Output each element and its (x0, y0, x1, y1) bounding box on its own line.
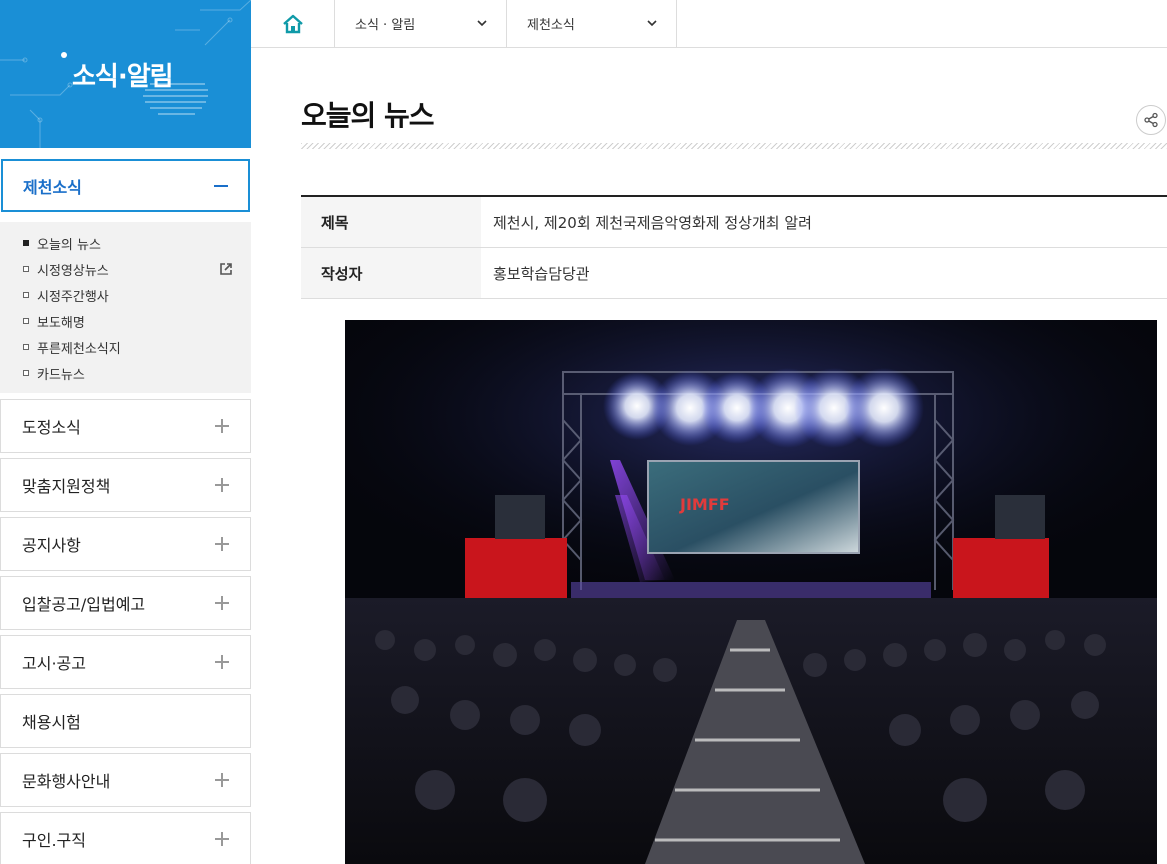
breadcrumb-level1-label: 소식 · 알림 (355, 18, 416, 33)
sidebar-item-label: 구인.구직 (22, 831, 86, 850)
sub-item-card-news[interactable]: 카드뉴스 (0, 360, 251, 386)
title-divider (301, 143, 1167, 149)
sub-item-label: 카드뉴스 (37, 367, 85, 383)
table-row: 제목 제천시, 제20회 제천국제음악영화제 정상개최 알려 (301, 197, 1167, 248)
sub-item-label: 시정영상뉴스 (37, 263, 109, 279)
square-bullet-icon (23, 266, 29, 272)
sidebar-item-bids[interactable]: 입찰공고/입법예고 (0, 576, 251, 630)
sidebar-item-jobs[interactable]: 구인.구직 (0, 812, 251, 864)
square-bullet-icon (23, 344, 29, 350)
sub-item-today-news[interactable]: 오늘의 뉴스 (0, 230, 251, 256)
share-button[interactable] (1136, 105, 1166, 135)
sidebar-item-label: 고시·공고 (22, 654, 86, 673)
sidebar-banner: 소식·알림 (0, 0, 251, 148)
chevron-down-icon (477, 20, 487, 27)
expand-plus-icon[interactable] (215, 773, 229, 787)
sub-item-label: 푸른제천소식지 (37, 341, 121, 357)
article-author: 홍보학습담당관 (493, 264, 590, 283)
sidebar-banner-title: 소식·알림 (72, 62, 174, 92)
home-button[interactable] (251, 0, 335, 47)
banner-dot-icon (61, 52, 67, 58)
square-bullet-icon (23, 292, 29, 298)
expand-plus-icon[interactable] (215, 537, 229, 551)
expand-plus-icon[interactable] (215, 655, 229, 669)
sidebar-section-jecheon-news[interactable]: 제천소식 (1, 159, 250, 212)
title-header: 제목 (301, 197, 481, 247)
table-row: 작성자 홍보학습담당관 (301, 248, 1167, 299)
chevron-down-icon (647, 20, 657, 27)
concert-photo-image: JIMFF (345, 320, 1157, 864)
breadcrumb-level2-label: 제천소식 (527, 18, 575, 33)
square-bullet-icon (23, 240, 29, 246)
sidebar-item-culture-events[interactable]: 문화행사안내 (0, 753, 251, 807)
article-title: 제천시, 제20회 제천국제음악영화제 정상개최 알려 (493, 213, 812, 232)
breadcrumb-level2-dropdown[interactable]: 제천소식 (507, 0, 677, 47)
screen-logo-text: JIMFF (679, 495, 730, 514)
sidebar-item-label: 도정소식 (22, 418, 81, 437)
sidebar-item-province-news[interactable]: 도정소식 (0, 399, 251, 453)
square-bullet-icon (23, 370, 29, 376)
sidebar-section-label: 제천소식 (23, 177, 82, 197)
sidebar-menu: 도정소식 맞춤지원정책 공지사항 입찰공고/입법예고 고시·공고 채용시험 문화… (0, 399, 251, 864)
expand-plus-icon[interactable] (215, 832, 229, 846)
sidebar: 소식·알림 제천소식 오늘의 뉴스 시정영상뉴스 시정주간행사 보도해명 푸른제… (0, 0, 251, 864)
collapse-minus-icon[interactable] (214, 184, 228, 187)
article-photo: JIMFF (345, 320, 1157, 864)
author-header: 작성자 (301, 248, 481, 298)
breadcrumb: 소식 · 알림 제천소식 (251, 0, 1167, 48)
sidebar-item-recruitment-exam[interactable]: 채용시험 (0, 694, 251, 748)
sub-item-label: 시정주간행사 (37, 289, 109, 305)
share-icon (1144, 112, 1158, 128)
sidebar-item-label: 문화행사안내 (22, 772, 111, 791)
expand-plus-icon[interactable] (215, 478, 229, 492)
expand-plus-icon[interactable] (215, 419, 229, 433)
sub-item-newsletter[interactable]: 푸른제천소식지 (0, 334, 251, 360)
sidebar-item-notices[interactable]: 공지사항 (0, 517, 251, 571)
sub-item-label: 보도해명 (37, 315, 85, 331)
external-link-icon[interactable] (219, 262, 233, 276)
square-bullet-icon (23, 318, 29, 324)
sub-item-weekly-events[interactable]: 시정주간행사 (0, 282, 251, 308)
sidebar-item-label: 공지사항 (22, 536, 81, 555)
home-icon (282, 14, 303, 33)
sub-item-video-news[interactable]: 시정영상뉴스 (0, 256, 251, 282)
page-title: 오늘의 뉴스 (301, 99, 435, 132)
page: 소식·알림 제천소식 오늘의 뉴스 시정영상뉴스 시정주간행사 보도해명 푸른제… (0, 0, 1167, 864)
expand-plus-icon[interactable] (215, 596, 229, 610)
sidebar-sub-list: 오늘의 뉴스 시정영상뉴스 시정주간행사 보도해명 푸른제천소식지 카드뉴스 (0, 222, 251, 393)
sub-item-label: 오늘의 뉴스 (37, 237, 101, 253)
sidebar-item-label: 입찰공고/입법예고 (22, 595, 146, 614)
sidebar-item-support-policy[interactable]: 맞춤지원정책 (0, 458, 251, 512)
article-info-table: 제목 제천시, 제20회 제천국제음악영화제 정상개최 알려 작성자 홍보학습담… (301, 195, 1167, 299)
sidebar-item-label: 채용시험 (22, 713, 81, 732)
sidebar-item-announcements[interactable]: 고시·공고 (0, 635, 251, 689)
sub-item-press-clarification[interactable]: 보도해명 (0, 308, 251, 334)
breadcrumb-level1-dropdown[interactable]: 소식 · 알림 (335, 0, 507, 47)
sidebar-item-label: 맞춤지원정책 (22, 477, 111, 496)
